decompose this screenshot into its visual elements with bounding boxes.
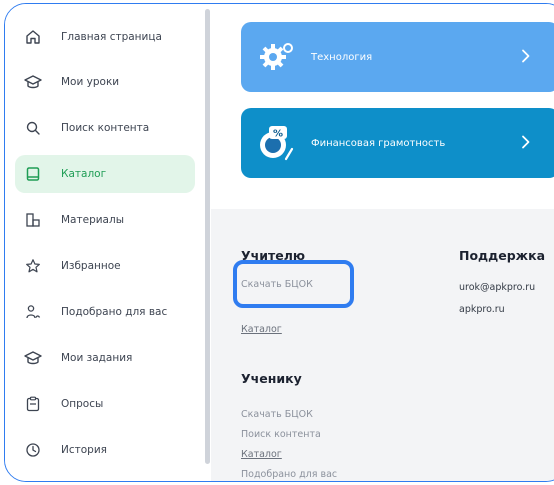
sidebar-item-surveys[interactable]: Опросы [15,385,195,423]
sidebar-item-history[interactable]: История [15,431,195,469]
footer-student-search-link[interactable]: Поиск контента [241,429,321,440]
footer-support-heading: Поддержка [459,248,546,263]
graduation-cap-icon [23,348,43,368]
sidebar-item-home[interactable]: Главная страница [15,18,195,56]
chevron-right-icon [521,48,531,67]
card-financial-literacy-label: Финансовая грамотность [311,137,446,149]
sidebar-item-my-lessons[interactable]: Мои уроки [15,63,195,101]
sidebar-item-content-search[interactable]: Поиск контента [15,109,195,147]
sidebar-item-label: История [61,444,107,456]
graduation-cap-icon [23,72,43,92]
sidebar-scrollbar[interactable] [205,9,210,464]
sidebar-item-favorites[interactable]: Избранное [15,247,195,285]
footer-student-recommended-link[interactable]: Подобрано для вас [241,469,337,480]
main-content: Технология % Финансовая грамотность Учит… [211,4,554,481]
chevron-right-icon [521,134,531,153]
sidebar-item-label: Избранное [61,260,121,272]
card-financial-literacy[interactable]: % Финансовая грамотность [241,108,554,178]
sidebar-item-label: Материалы [61,214,124,226]
clock-icon [23,440,43,460]
sidebar-item-label: Подобрано для вас [61,306,168,318]
footer-student-download-link[interactable]: Скачать БЦОК [241,409,313,420]
highlight-box [233,260,354,308]
materials-icon [23,210,43,230]
sidebar-item-recommended[interactable]: Подобрано для вас [15,293,195,331]
footer-teacher-catalog-link[interactable]: Каталог [241,324,282,335]
sidebar-item-label: Каталог [61,168,107,180]
sidebar-item-label: Опросы [61,398,104,410]
home-icon [23,27,43,47]
sidebar: Главная страница Мои уроки Поиск контент… [5,4,205,481]
card-technology[interactable]: Технология [241,22,554,92]
sidebar-item-label: Поиск контента [61,122,150,134]
catalog-cards-area: Технология % Финансовая грамотность [211,4,554,209]
svg-text:%: % [273,129,283,140]
sidebar-item-label: Главная страница [61,31,162,43]
sidebar-item-catalog[interactable]: Каталог [15,155,195,193]
footer-support-site[interactable]: apkpro.ru [459,304,505,315]
search-icon [23,118,43,138]
card-technology-label: Технология [311,51,373,63]
sidebar-item-label: Мои задания [61,352,133,364]
gears-icon [253,33,301,81]
users-icon [23,302,43,322]
footer-student-catalog-link[interactable]: Каталог [241,449,282,460]
footer-student-heading: Ученику [241,371,302,386]
percent-icon: % [253,119,301,167]
sidebar-item-label: Мои уроки [61,76,120,88]
book-icon [23,164,43,184]
sidebar-item-my-assignments[interactable]: Мои задания [15,339,195,377]
star-icon [23,256,43,276]
footer-support-email[interactable]: urok@apkpro.ru [459,282,535,293]
clipboard-icon [23,394,43,414]
app-frame: Главная страница Мои уроки Поиск контент… [4,3,554,482]
sidebar-item-materials[interactable]: Материалы [15,201,195,239]
